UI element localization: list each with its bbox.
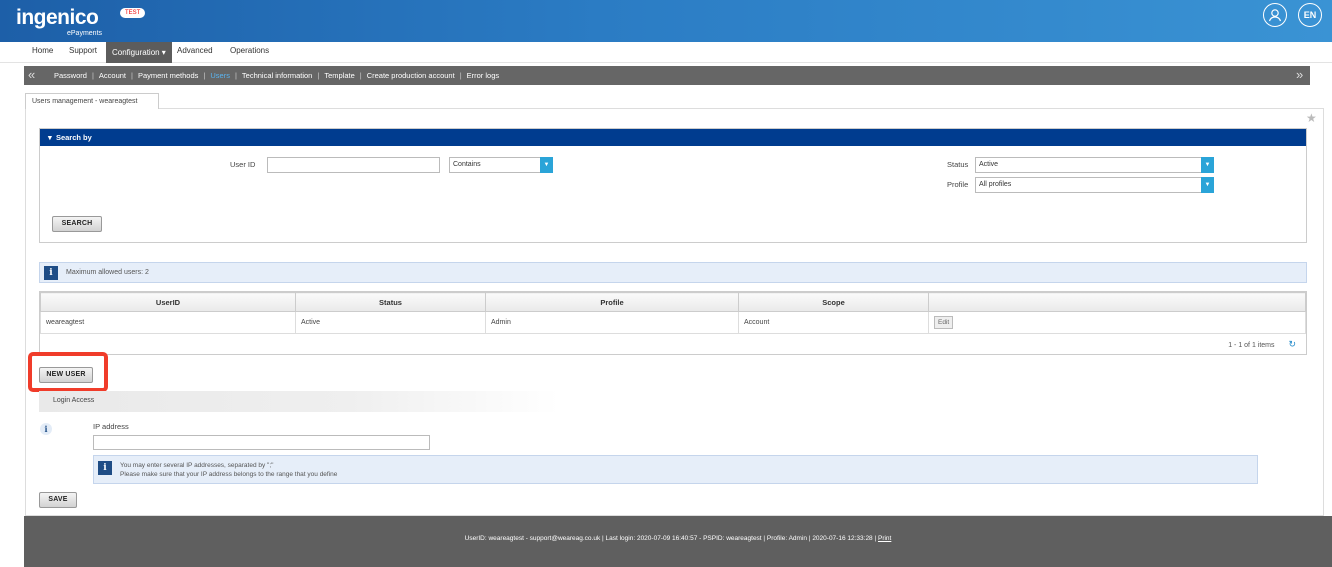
main-nav: Home Support Configuration ▾ Advanced Op…	[0, 42, 1332, 63]
login-access-header: Login Access	[39, 391, 559, 412]
match-mode-select[interactable]: Contains ▼	[449, 157, 553, 173]
col-profile[interactable]: Profile	[485, 292, 739, 312]
cell-status: Active	[295, 311, 486, 334]
sub-nav: « Password | Account | Payment methods | Users…	[24, 66, 1310, 85]
subnav-create-production-account[interactable]: Create production account	[367, 71, 455, 80]
ip-address-label: IP address	[93, 422, 129, 431]
new-user-button[interactable]: NEW USER	[39, 367, 93, 383]
edit-button[interactable]: Edit	[934, 316, 954, 329]
subnav-template[interactable]: Template	[324, 71, 354, 80]
sub-nav-links: Password | Account | Payment methods | Users | T…	[54, 71, 500, 80]
footer: UserID: weareagtest - support@weareag.co…	[24, 516, 1332, 567]
subnav-account[interactable]: Account	[99, 71, 126, 80]
ip-address-input[interactable]	[93, 435, 430, 450]
user-id-label: User ID	[230, 160, 256, 169]
profile-value: All profiles	[979, 181, 1012, 188]
nav-support[interactable]: Support	[69, 46, 97, 55]
max-users-text: Maximum allowed users: 2	[66, 269, 149, 276]
scroll-left-icon[interactable]: «	[28, 67, 35, 83]
nav-advanced[interactable]: Advanced	[177, 46, 213, 55]
logo-subtext: ePayments	[67, 30, 103, 37]
nav-operations[interactable]: Operations	[230, 46, 269, 55]
table-row: weareagtest Active Admin Account Edit	[40, 311, 1306, 334]
app-header: ingenico ePayments TEST EN	[0, 0, 1332, 42]
subnav-error-logs[interactable]: Error logs	[467, 71, 500, 80]
refresh-icon[interactable]: ↻	[1288, 339, 1296, 349]
cell-userid: weareagtest	[40, 311, 296, 334]
user-icon	[1268, 9, 1282, 22]
nav-configuration[interactable]: Configuration ▾	[106, 42, 172, 63]
pager: 1 - 1 of 1 items ↻	[1228, 339, 1296, 350]
language-button[interactable]: EN	[1298, 3, 1322, 27]
subnav-technical-information[interactable]: Technical information	[242, 71, 312, 80]
footer-session-info: UserID: weareagtest - support@weareag.co…	[464, 535, 878, 542]
col-userid[interactable]: UserID	[40, 292, 296, 312]
info-icon: i	[44, 266, 58, 280]
logo-text: ingenico	[16, 6, 99, 29]
search-panel-title: Search by	[55, 133, 92, 142]
subnav-password[interactable]: Password	[54, 71, 87, 80]
col-status[interactable]: Status	[295, 292, 486, 312]
info-icon[interactable]: i	[40, 423, 52, 435]
profile-label: Profile	[947, 180, 969, 189]
dropdown-arrow-icon: ▼	[1201, 157, 1214, 173]
pager-info: 1 - 1 of 1 items	[1228, 342, 1275, 349]
ip-hint-line2: Please make sure that your IP address be…	[120, 471, 338, 478]
cell-scope: Account	[738, 311, 929, 334]
print-link[interactable]: Print	[878, 535, 891, 542]
info-icon: i	[98, 461, 112, 475]
search-button[interactable]: SEARCH	[52, 216, 102, 232]
ingenico-logo[interactable]: ingenico ePayments	[16, 6, 102, 37]
subnav-payment-methods[interactable]: Payment methods	[138, 71, 198, 80]
save-button[interactable]: SAVE	[39, 492, 77, 508]
ip-hint-notice: i You may enter several IP addresses, se…	[93, 455, 1258, 484]
cell-profile: Admin	[485, 311, 739, 334]
nav-home[interactable]: Home	[32, 46, 53, 55]
profile-select[interactable]: All profiles ▼	[975, 177, 1214, 193]
search-panel: ▾ Search by User ID Contains ▼ Status Ac…	[39, 128, 1307, 243]
search-panel-header[interactable]: ▾ Search by	[40, 129, 1306, 146]
match-mode-value: Contains	[453, 161, 481, 168]
footer-text: UserID: weareagtest - support@weareag.co…	[24, 535, 1332, 542]
cell-actions: Edit	[928, 311, 1306, 334]
user-id-input[interactable]	[267, 157, 440, 173]
env-badge: TEST	[120, 8, 146, 18]
collapse-caret-icon: ▾	[48, 133, 52, 142]
col-scope[interactable]: Scope	[738, 292, 929, 312]
user-profile-icon[interactable]	[1263, 3, 1287, 27]
tab-users-management[interactable]: Users management - weareagtest	[25, 93, 159, 109]
favorite-star-icon[interactable]: ★	[1306, 111, 1317, 125]
scroll-right-icon[interactable]: »	[1296, 67, 1303, 83]
status-select[interactable]: Active ▼	[975, 157, 1214, 173]
dropdown-arrow-icon: ▼	[1201, 177, 1214, 193]
ip-hint-line1: You may enter several IP addresses, sepa…	[120, 462, 274, 469]
users-table: UserID Status Profile Scope weareagtest …	[39, 291, 1307, 355]
dropdown-arrow-icon: ▼	[540, 157, 553, 173]
col-actions	[928, 292, 1306, 312]
status-value: Active	[979, 161, 999, 168]
max-users-notice: i Maximum allowed users: 2	[39, 262, 1307, 283]
subnav-users[interactable]: Users	[210, 71, 230, 80]
status-label: Status	[947, 160, 969, 169]
